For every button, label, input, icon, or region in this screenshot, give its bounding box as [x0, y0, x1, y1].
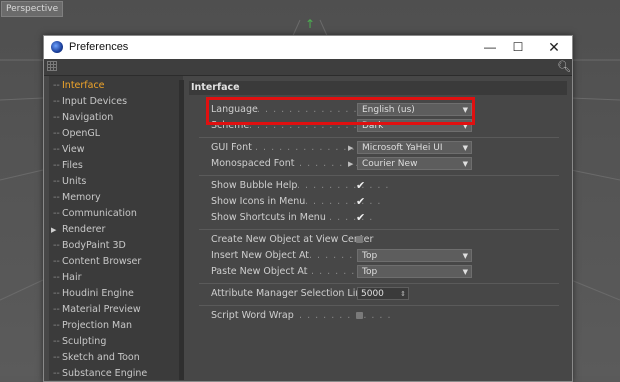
sidebar-item-sculpting[interactable]: -- Sculpting [49, 334, 177, 350]
expand-arrow-icon[interactable]: ▶ [51, 222, 56, 238]
sidebar-item-sketch-and-toon[interactable]: -- Sketch and Toon [49, 350, 177, 366]
insert-object-row: Insert New Object At . . . . . . . . . T… [211, 248, 551, 264]
shortcuts-in-menu-label: Show Shortcuts in Menu [211, 212, 326, 223]
sidebar-item-houdini-engine[interactable]: -- Houdini Engine [49, 286, 177, 302]
paste-object-label: Paste New Object At [211, 266, 308, 277]
bubble-help-checkbox[interactable]: ✔ [356, 180, 367, 191]
sidebar-item-memory[interactable]: -- Memory [49, 190, 177, 206]
shortcuts-in-menu-checkbox[interactable]: ✔ [356, 212, 367, 223]
sidebar-item-hair[interactable]: -- Hair [49, 270, 177, 286]
gui-font-label: GUI Font [211, 142, 252, 153]
gui-font-row: GUI Font . . . . . . . . . . . . . . . .… [211, 140, 551, 156]
sidebar-item-renderer[interactable]: ▶ Renderer [49, 222, 177, 238]
shortcuts-in-menu-row: Show Shortcuts in Menu . . . . . . . ✔ [211, 210, 551, 226]
title-bar[interactable]: Preferences — ☐ ✕ [44, 36, 572, 59]
interface-panel: Interface Language . . . . . . . . . . .… [179, 80, 567, 380]
language-highlight-box [206, 97, 475, 125]
create-at-center-label: Create New Object at View Center [211, 234, 374, 245]
monospaced-font-label: Monospaced Font [211, 158, 295, 169]
create-at-center-checkbox[interactable] [356, 236, 363, 243]
word-wrap-row: Script Word Wrap . . . . . . . . . . . .… [211, 308, 551, 324]
sidebar-item-files[interactable]: -- Files [49, 158, 177, 174]
insert-object-label: Insert New Object At [211, 250, 310, 261]
icons-in-menu-checkbox[interactable]: ✔ [356, 196, 367, 207]
create-at-center-row: Create New Object at View Center [211, 232, 551, 248]
search-icon[interactable]: 🔍︎ [557, 60, 571, 73]
insert-object-value: Top [362, 251, 378, 261]
word-wrap-checkbox[interactable] [356, 312, 363, 319]
animate-triangle-icon[interactable]: ▶ [348, 156, 353, 172]
bubble-help-label: Show Bubble Help [211, 180, 298, 191]
sidebar-scrollbar[interactable] [179, 80, 184, 380]
sidebar-item-material-preview[interactable]: -- Material Preview [49, 302, 177, 318]
paste-object-row: Paste New Object At . . . . . . . . . . … [211, 264, 551, 280]
toolbar: 🔍︎ [44, 59, 572, 76]
panel-header: Interface [189, 81, 567, 95]
viewport-label[interactable]: Perspective [1, 1, 64, 17]
sidebar-item-input-devices[interactable]: -- Input Devices [49, 94, 177, 110]
divider [199, 283, 559, 284]
axis-y-icon: ↑ [305, 17, 316, 31]
cinema4d-logo-icon [51, 41, 63, 53]
sidebar: -- Interface -- Input Devices -- Navigation… [49, 76, 183, 380]
icons-in-menu-label: Show Icons in Menu [211, 196, 306, 207]
gui-font-dropdown[interactable]: Microsoft YaHei UI ▼ [357, 141, 472, 154]
sidebar-item-communication[interactable]: -- Communication [49, 206, 177, 222]
close-button[interactable]: ✕ [534, 36, 574, 59]
sidebar-item-substance-engine[interactable]: -- Substance Engine [49, 366, 177, 382]
attr-limit-label: Attribute Manager Selection Limit [211, 288, 371, 299]
bubble-help-dots: . . . . . . . . . . . . [297, 180, 390, 191]
sidebar-item-bodypaint-3d[interactable]: -- BodyPaint 3D [49, 238, 177, 254]
sidebar-item-opengl[interactable]: -- OpenGL [49, 126, 177, 142]
insert-object-dropdown[interactable]: Top ▼ [357, 249, 472, 262]
attr-limit-value: 5000 [361, 289, 384, 299]
chevron-down-icon: ▼ [462, 144, 468, 152]
sidebar-item-interface[interactable]: -- Interface [49, 78, 177, 94]
chevron-down-icon: ▼ [462, 268, 468, 276]
sidebar-item-view[interactable]: -- View [49, 142, 177, 158]
paste-object-dropdown[interactable]: Top ▼ [357, 265, 472, 278]
word-wrap-label: Script Word Wrap [211, 310, 294, 321]
window-title: Preferences [69, 41, 129, 53]
attr-limit-row: Attribute Manager Selection Limit 5000 ⇕ [211, 286, 551, 302]
icons-in-menu-row: Show Icons in Menu . . . . . . . . . . ✔ [211, 194, 551, 210]
divider [199, 175, 559, 176]
icons-in-menu-dots: . . . . . . . . . . [305, 196, 382, 207]
maximize-button[interactable]: ☐ [498, 36, 538, 59]
monospaced-font-value: Courier New [362, 159, 418, 169]
grid-menu-icon[interactable] [47, 61, 57, 71]
monospaced-font-dropdown[interactable]: Courier New ▼ [357, 157, 472, 170]
word-wrap-dots: . . . . . . . . . . . . . [291, 310, 392, 321]
sidebar-item-navigation[interactable]: -- Navigation [49, 110, 177, 126]
bubble-help-row: Show Bubble Help . . . . . . . . . . . .… [211, 178, 551, 194]
monospaced-font-row: Monospaced Font . . . . . . . . . ▶ Cour… [211, 156, 551, 172]
preferences-window: Preferences — ☐ ✕ 🔍︎ -- Interface -- Input… [43, 35, 573, 382]
animate-triangle-icon[interactable]: ▶ [348, 140, 353, 156]
divider [199, 137, 559, 138]
gui-font-value: Microsoft YaHei UI [362, 143, 443, 153]
paste-object-value: Top [362, 267, 378, 277]
divider [199, 229, 559, 230]
sidebar-item-content-browser[interactable]: -- Content Browser [49, 254, 177, 270]
chevron-down-icon: ▼ [462, 160, 468, 168]
stepper-icon[interactable]: ⇕ [400, 288, 406, 301]
sidebar-item-projection-man[interactable]: -- Projection Man [49, 318, 177, 334]
divider [199, 305, 559, 306]
chevron-down-icon: ▼ [462, 252, 468, 260]
sidebar-item-units[interactable]: -- Units [49, 174, 177, 190]
attr-limit-input[interactable]: 5000 ⇕ [357, 287, 409, 300]
